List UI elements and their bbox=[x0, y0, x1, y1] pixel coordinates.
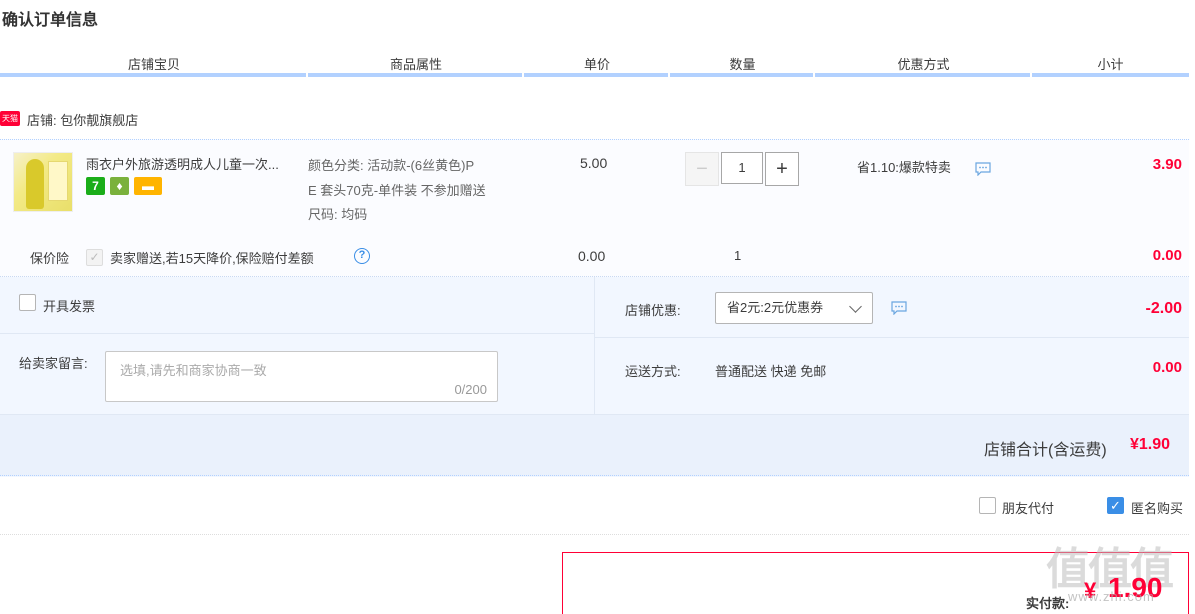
discount-amount: -2.00 bbox=[1145, 300, 1182, 317]
product-attr-color-cont: E 套头70克-单件装 不参加赠送 bbox=[308, 183, 486, 198]
divider bbox=[594, 337, 1189, 338]
insurance-label: 保价险 bbox=[30, 251, 70, 266]
page-title: 确认订单信息 bbox=[2, 12, 99, 29]
coupon-select[interactable]: 省2元:2元优惠券 bbox=[715, 292, 873, 324]
message-input[interactable]: 选填,请先和商家协商一致 0/200 bbox=[105, 351, 498, 402]
anonymous-purchase-checkbox[interactable]: ✓ bbox=[1107, 497, 1124, 514]
quantity-input[interactable]: 1 bbox=[721, 152, 763, 184]
quantity-decrease-button[interactable]: − bbox=[685, 152, 719, 186]
insurance-price: 0.00 bbox=[578, 248, 606, 264]
unit-price: 5.00 bbox=[580, 155, 608, 171]
header-underline bbox=[0, 73, 306, 77]
product-thumbnail[interactable] bbox=[13, 152, 73, 212]
message-label: 给卖家留言: bbox=[19, 356, 88, 371]
col-header-promo: 优惠方式 bbox=[897, 57, 950, 72]
watermark-url: www.zhi.com bbox=[1068, 589, 1155, 604]
item-subtotal: 3.90 bbox=[1152, 156, 1182, 173]
divider bbox=[594, 277, 595, 414]
col-header-qty: 数量 bbox=[729, 57, 756, 72]
product-attr-color: 颜色分类: 活动款-(6丝黄色)P bbox=[308, 158, 475, 173]
divider bbox=[0, 333, 594, 334]
payment-label: 实付款: bbox=[1026, 596, 1070, 611]
header-underline bbox=[815, 73, 1030, 77]
invoice-label: 开具发票 bbox=[43, 299, 96, 314]
col-header-attrs: 商品属性 bbox=[389, 57, 442, 72]
message-placeholder: 选填,请先和商家协商一致 bbox=[120, 363, 267, 378]
chat-bubble-icon[interactable] bbox=[891, 301, 907, 315]
shipping-label: 运送方式: bbox=[625, 364, 681, 379]
header-underline bbox=[1032, 73, 1189, 77]
insurance-qty: 1 bbox=[734, 248, 742, 263]
friend-pay-label: 朋友代付 bbox=[1002, 501, 1055, 516]
store-total-label: 店铺合计(含运费) bbox=[984, 442, 1107, 459]
col-header-price: 单价 bbox=[583, 57, 610, 72]
col-header-item: 店铺宝贝 bbox=[127, 57, 180, 72]
header-underline bbox=[524, 73, 668, 77]
store-discount-label: 店铺优惠: bbox=[625, 303, 681, 318]
shipping-method: 普通配送 快递 免邮 bbox=[715, 364, 827, 379]
store-name[interactable]: 店铺: 包你靓旗舰店 bbox=[27, 110, 138, 129]
message-char-counter: 0/200 bbox=[454, 382, 487, 397]
insurance-subtotal: 0.00 bbox=[1152, 247, 1182, 264]
promotion-text: 省1.10:爆款特卖 bbox=[857, 160, 951, 175]
insurance-checkbox: ✓ bbox=[86, 249, 103, 266]
store-total-value: ¥1.90 bbox=[1130, 436, 1171, 453]
divider bbox=[0, 534, 1189, 535]
product-attr-size: 尺码: 均码 bbox=[308, 207, 368, 222]
credit-card-icon: ▬ bbox=[134, 177, 162, 195]
coupon-selected-value: 省2元:2元优惠券 bbox=[727, 300, 824, 315]
seven-day-return-icon: 7 bbox=[86, 177, 105, 195]
chat-bubble-icon[interactable] bbox=[975, 162, 991, 176]
quantity-increase-button[interactable]: + bbox=[765, 152, 799, 186]
header-underline bbox=[308, 73, 522, 77]
friend-pay-checkbox[interactable] bbox=[979, 497, 996, 514]
help-icon[interactable]: ? bbox=[354, 248, 370, 264]
insurance-description: 卖家赠送,若15天降价,保险赔付差额 bbox=[110, 251, 314, 266]
product-title-link[interactable]: 雨衣户外旅游透明成人儿童一次... bbox=[86, 154, 304, 173]
shipping-amount: 0.00 bbox=[1152, 359, 1182, 376]
invoice-checkbox[interactable] bbox=[19, 294, 36, 311]
insurance-icon: ♦ bbox=[110, 177, 129, 195]
tmall-icon: 天猫 bbox=[0, 111, 20, 126]
header-underline bbox=[670, 73, 813, 77]
chevron-down-icon bbox=[849, 300, 862, 313]
anonymous-purchase-label: 匿名购买 bbox=[1131, 501, 1184, 516]
col-header-subtotal: 小计 bbox=[1097, 57, 1124, 72]
